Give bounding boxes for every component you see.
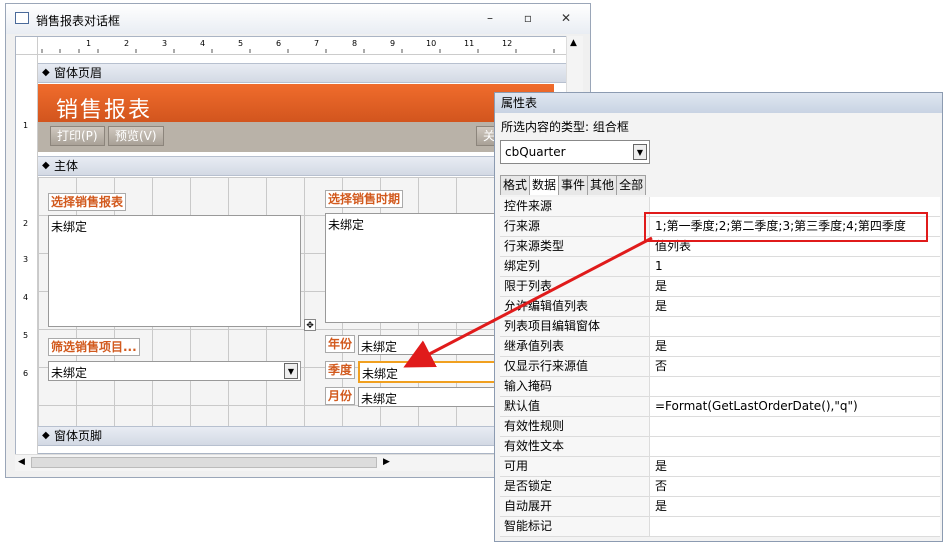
annotation-arrow	[403, 236, 653, 368]
